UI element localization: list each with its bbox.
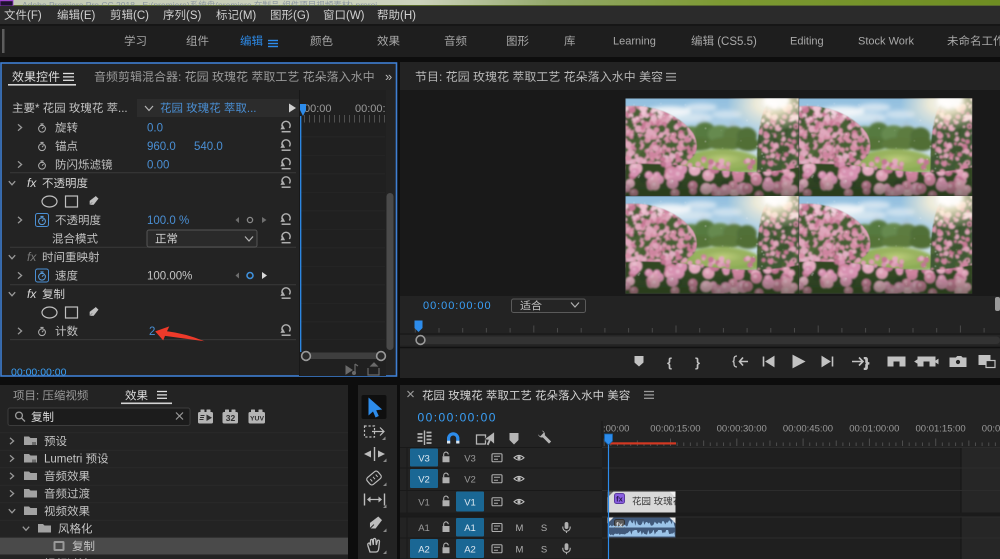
svg-text:00:00:30:00: 00:00:30:00	[717, 424, 767, 435]
svg-text:Learning: Learning	[613, 36, 656, 48]
svg-text:960.0: 960.0	[147, 141, 176, 153]
svg-text:00:00:00:00: 00:00:00:00	[418, 411, 497, 425]
svg-text:Editing: Editing	[790, 36, 824, 48]
svg-text:*: *	[35, 103, 43, 115]
svg-text:00:00: 00:00	[304, 103, 332, 115]
svg-text:fx: fx	[616, 495, 623, 504]
svg-text:00:00:45:00: 00:00:45:00	[783, 424, 833, 435]
svg-text:A1: A1	[464, 523, 476, 534]
svg-text:A2: A2	[418, 544, 430, 555]
svg-text:(G): (G)	[293, 10, 310, 22]
svg-text:S: S	[541, 523, 547, 534]
svg-text:(W): (W)	[346, 10, 365, 22]
svg-text:(F): (F)	[27, 10, 42, 22]
svg-text:M: M	[516, 544, 524, 555]
svg-text:Lumetri: Lumetri	[44, 454, 86, 466]
svg-text:32: 32	[226, 413, 236, 423]
svg-text:Stock Work: Stock Work	[858, 36, 915, 48]
svg-text:V1: V1	[464, 497, 476, 508]
svg-text:(CS5.5): (CS5.5)	[714, 36, 757, 48]
svg-text:540.0: 540.0	[194, 141, 223, 153]
svg-text:»: »	[385, 69, 392, 84]
svg-text:00:01:00:00: 00:01:00:00	[849, 424, 899, 435]
svg-text:}: }	[864, 355, 869, 370]
svg-text:00:00:15:00: 00:00:15:00	[650, 424, 700, 435]
svg-text:}: }	[695, 355, 700, 370]
svg-text:fx: fx	[27, 176, 37, 190]
svg-text:00:00:: 00:00:	[355, 103, 386, 115]
svg-text:(S): (S)	[186, 10, 202, 22]
svg-text:100.00%: 100.00%	[147, 271, 192, 283]
svg-text:0.00: 0.00	[147, 160, 169, 172]
svg-text:...: ...	[247, 103, 257, 115]
svg-text::: :	[439, 70, 446, 84]
svg-text:...: ...	[118, 103, 128, 115]
svg-text:2: 2	[149, 326, 155, 338]
svg-text:V2: V2	[464, 474, 476, 485]
svg-text::00:00: :00:00	[603, 424, 629, 435]
svg-text:(H): (H)	[400, 10, 416, 22]
svg-text:V3: V3	[418, 453, 430, 464]
svg-text:A2: A2	[464, 544, 476, 555]
svg-text:(C): (C)	[133, 10, 149, 22]
svg-text:100.0 %: 100.0 %	[147, 215, 189, 227]
svg-text:0.0: 0.0	[147, 123, 163, 135]
svg-text:M: M	[516, 523, 524, 534]
svg-text:fx: fx	[27, 250, 37, 264]
svg-text::: :	[178, 70, 185, 84]
svg-text:A1: A1	[418, 523, 430, 534]
svg-text:V3: V3	[464, 453, 476, 464]
svg-text:V2: V2	[418, 474, 430, 485]
svg-text:00:01:15:00: 00:01:15:00	[916, 424, 966, 435]
svg-text:V1: V1	[418, 497, 430, 508]
svg-text:00:00:00:00: 00:00:00:00	[423, 300, 492, 312]
svg-text::: :	[36, 391, 42, 403]
svg-text:00:00:00:00: 00:00:00:00	[11, 367, 67, 379]
svg-text:(M): (M)	[239, 10, 256, 22]
svg-text:00:01:: 00:01:	[982, 424, 1000, 435]
svg-text:(E): (E)	[80, 10, 96, 22]
svg-text:S: S	[541, 544, 547, 555]
svg-text:fx: fx	[27, 287, 37, 301]
svg-text:{: {	[667, 355, 672, 370]
svg-text:YUV: YUV	[250, 416, 264, 423]
